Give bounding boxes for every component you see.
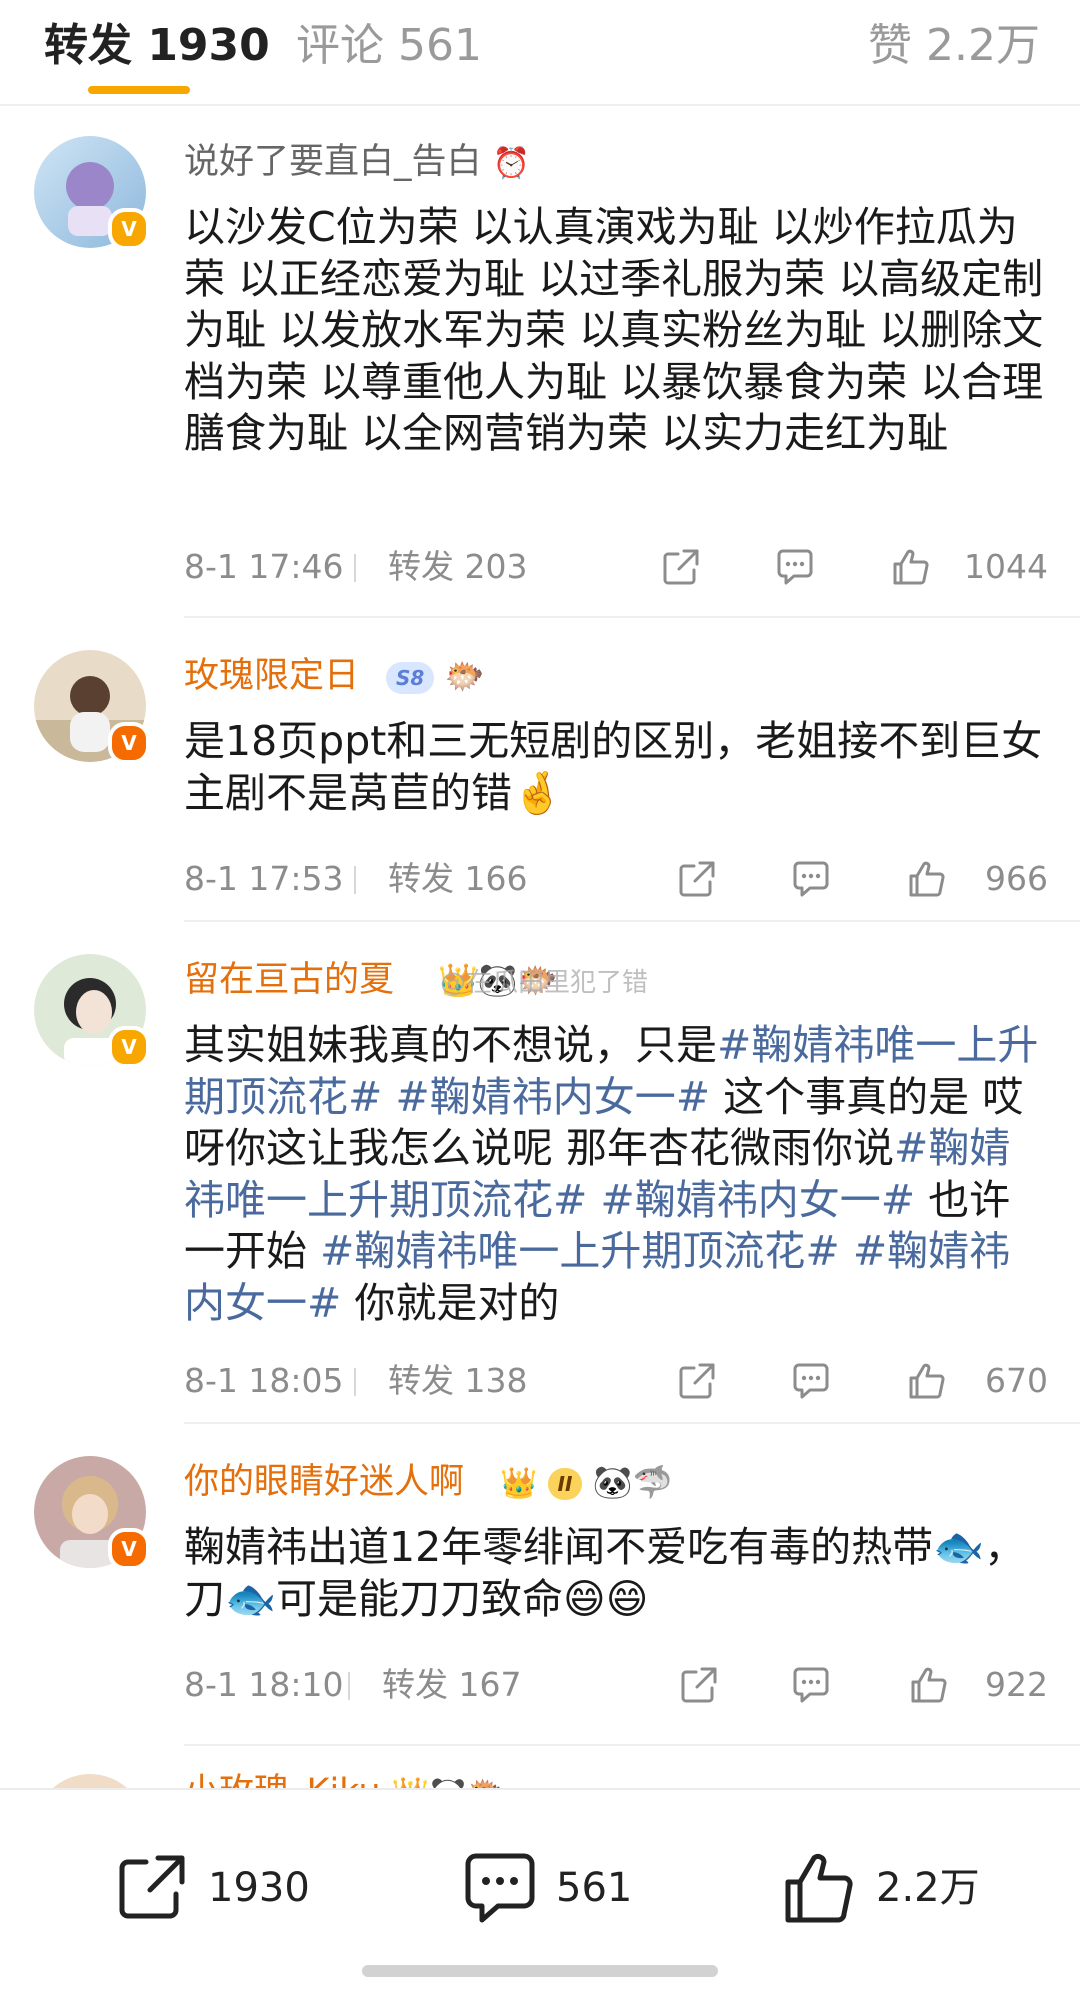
like-icon[interactable]	[890, 546, 932, 588]
bottom-like-count: 2.2万	[876, 1865, 980, 1911]
meta-separator	[354, 554, 356, 582]
bottom-repost-button[interactable]: 1930	[114, 1850, 314, 1930]
verified-icon: V	[108, 1528, 150, 1570]
share-icon[interactable]	[660, 546, 702, 588]
item-meta: 8-1 18:10 转发 167 922	[184, 1660, 1048, 1710]
tab-repost[interactable]: 转发 1930	[44, 18, 270, 74]
bottom-comment-count: 561	[556, 1865, 633, 1911]
divider	[184, 1744, 1080, 1746]
timestamp: 8-1 17:46	[184, 547, 344, 586]
repost-count[interactable]: 转发 166	[388, 854, 527, 904]
repost-count[interactable]: 转发 138	[388, 1356, 527, 1406]
bottom-like-button[interactable]: 2.2万	[782, 1850, 1002, 1930]
tab-comment[interactable]: 评论 561	[296, 18, 482, 74]
share-icon[interactable]	[676, 858, 718, 900]
bottom-comment-button[interactable]: 561	[462, 1850, 642, 1930]
like-icon[interactable]	[908, 1664, 950, 1706]
comment-icon[interactable]	[790, 858, 832, 900]
member-level-badge: II	[547, 1468, 583, 1500]
divider	[184, 1422, 1080, 1424]
panda-shark-emoji-icon: 🐼🦈	[592, 1463, 673, 1501]
user-badges: 👑 II 🐼🦈	[500, 1462, 672, 1504]
repost-count[interactable]: 转发 203	[388, 542, 527, 592]
verified-icon: V	[108, 208, 150, 250]
puffer-fish-emoji-icon: 🐡	[444, 657, 485, 695]
share-icon[interactable]	[678, 1664, 720, 1706]
timestamp: 8-1 17:53	[184, 859, 344, 898]
user-badges: S8 🐡	[386, 656, 484, 696]
user-name[interactable]: 玫瑰限定日	[184, 654, 359, 698]
tab-like[interactable]: 赞 2.2万	[868, 18, 1040, 74]
tab-bar: 转发 1930 评论 561 赞 2.2万	[0, 0, 1080, 106]
like-count: 1044	[964, 547, 1048, 586]
comment-icon	[465, 1853, 535, 1923]
comment-icon[interactable]	[790, 1664, 832, 1706]
item-meta: 8-1 18:05 转发 138 670	[184, 1356, 1048, 1406]
verified-icon: V	[108, 1026, 150, 1068]
hashtag-link[interactable]: #鞠婧祎内女一#	[600, 1176, 915, 1224]
comment-text: 鞠婧祎出道12年零绯闻不爱吃有毒的热带🐟，刀🐟可是能刀刀致命😄😄	[184, 1523, 1026, 1623]
member-level-badge: S8	[386, 662, 435, 694]
like-count: 966	[985, 859, 1048, 898]
meta-separator	[348, 1672, 350, 1700]
like-count: 922	[985, 1665, 1048, 1704]
active-tab-indicator	[88, 86, 190, 94]
item-meta: 8-1 17:46 转发 203 1044	[184, 542, 1048, 592]
alarm-emoji-icon: ⏰	[492, 146, 531, 181]
home-indicator[interactable]	[362, 1965, 718, 1977]
verified-icon: V	[108, 722, 150, 764]
share-icon	[119, 1855, 185, 1919]
comment-text: 其实姐妹我真的不想说，只是#鞠婧祎唯一上升期顶流花# #鞠婧祎内女一# 这个事真…	[184, 1021, 1039, 1327]
divider	[184, 616, 1080, 618]
watermark: @在瓜田里犯了错	[440, 968, 649, 998]
hashtag-link[interactable]: #鞠婧祎内女一#	[395, 1073, 710, 1121]
user-name[interactable]: 留在亘古的夏	[184, 958, 394, 1002]
user-name[interactable]: 说好了要直白_告白 ⏰	[184, 140, 530, 186]
comment-icon[interactable]	[774, 546, 816, 588]
comment-text: 是18页ppt和三无短剧的区别，老姐接不到巨女主剧不是莴苣的错🤞	[184, 717, 1043, 817]
like-icon	[785, 1853, 853, 1923]
timestamp: 8-1 18:05	[184, 1361, 344, 1400]
like-icon[interactable]	[906, 858, 948, 900]
meta-separator	[354, 1368, 356, 1396]
bottom-repost-count: 1930	[208, 1865, 310, 1911]
like-icon[interactable]	[906, 1360, 948, 1402]
repost-count[interactable]: 转发 167	[382, 1660, 521, 1710]
item-meta: 8-1 17:53 转发 166 966	[184, 854, 1048, 904]
share-icon[interactable]	[676, 1360, 718, 1402]
like-count: 670	[985, 1361, 1048, 1400]
divider	[184, 920, 1080, 922]
user-name[interactable]: 你的眼睛好迷人啊	[184, 1460, 464, 1504]
hashtag-link[interactable]: #鞠婧祎唯一上升期顶流花#	[320, 1227, 840, 1275]
timestamp: 8-1 18:10	[184, 1665, 344, 1704]
crown-icon: 👑	[500, 1466, 538, 1501]
comment-icon[interactable]	[790, 1360, 832, 1402]
meta-separator	[354, 866, 356, 894]
comment-text: 以沙发C位为荣 以认真演戏为耻 以炒作拉瓜为荣 以正经恋爱为耻 以过季礼服为荣 …	[184, 203, 1044, 457]
